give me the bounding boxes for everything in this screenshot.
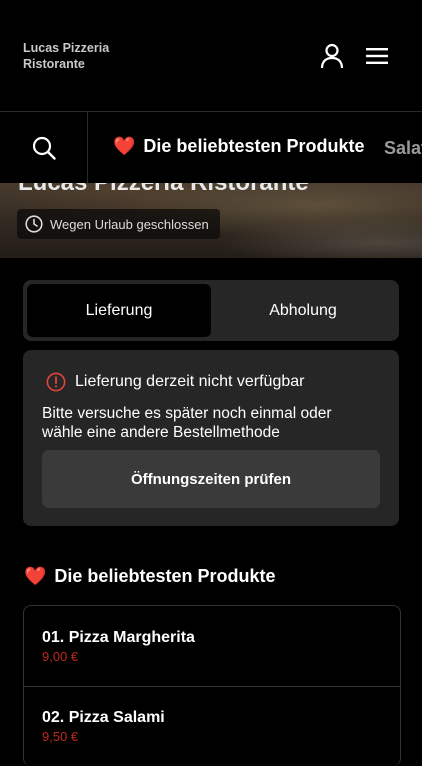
notice-heading: Lieferung derzeit nicht verfügbar xyxy=(46,372,304,392)
product-price: 9,50 € xyxy=(42,729,79,744)
menu-button[interactable] xyxy=(361,40,393,72)
notice-title: Lieferung derzeit nicht verfügbar xyxy=(75,373,305,390)
info-circle-icon xyxy=(46,372,66,392)
brand-line-1: Lucas Pizzeria xyxy=(23,41,110,55)
product-name: 02. Pizza Salami xyxy=(42,709,165,726)
app-header: Lucas Pizzeria Ristorante xyxy=(0,0,422,111)
product-list: 01. Pizza Margherita 9,00 € 02. Pizza Sa… xyxy=(23,605,401,766)
pickup-option[interactable]: Abholung xyxy=(211,284,395,337)
hamburger-menu-icon xyxy=(366,48,388,64)
category-tab-popular[interactable]: ❤️ Die beliebtesten Produkte xyxy=(113,136,364,157)
restaurant-title: Lucas Pizzeria Ristorante xyxy=(18,183,309,197)
order-mode-toggle: Lieferung Abholung xyxy=(23,280,399,341)
account-button[interactable] xyxy=(316,40,348,72)
delivery-unavailable-notice: Lieferung derzeit nicht verfügbar Bitte … xyxy=(23,350,399,526)
status-badge: Wegen Urlaub geschlossen xyxy=(17,209,220,239)
category-tab-label: Die beliebtesten Produkte xyxy=(143,136,365,156)
user-icon xyxy=(320,43,344,69)
category-bar: ❤️ Die beliebtesten Produkte Salat xyxy=(0,111,422,184)
heart-icon: ❤️ xyxy=(113,136,136,156)
check-hours-button[interactable]: Öffnungszeiten prüfen xyxy=(42,450,380,508)
search-button[interactable] xyxy=(0,112,88,183)
restaurant-brand[interactable]: Lucas Pizzeria Ristorante xyxy=(23,41,183,72)
section-title-text: Die beliebtesten Produkte xyxy=(54,566,276,586)
category-tab-salat[interactable]: Salat xyxy=(384,138,422,159)
product-item[interactable]: 01. Pizza Margherita 9,00 € xyxy=(24,606,400,687)
section-heading: ❤️ Die beliebtesten Produkte xyxy=(24,566,275,587)
hero-banner: Lucas Pizzeria Ristorante Wegen Urlaub g… xyxy=(0,183,422,258)
status-text: Wegen Urlaub geschlossen xyxy=(50,216,209,232)
delivery-option[interactable]: Lieferung xyxy=(27,284,211,337)
search-icon xyxy=(32,136,56,160)
product-price: 9,00 € xyxy=(42,649,79,664)
notice-message: Bitte versuche es später noch einmal ode… xyxy=(42,405,332,441)
product-name: 01. Pizza Margherita xyxy=(42,629,195,646)
clock-icon xyxy=(25,215,43,233)
heart-icon: ❤️ xyxy=(24,566,47,586)
product-item[interactable]: 02. Pizza Salami 9,50 € xyxy=(24,686,400,766)
brand-line-2: Ristorante xyxy=(23,56,85,71)
